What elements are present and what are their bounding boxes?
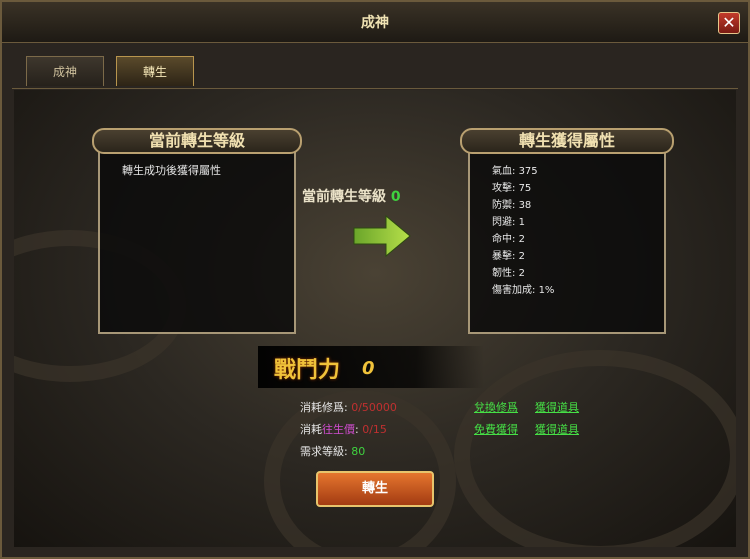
cost-token: 消耗往生價: 0/15 bbox=[300, 423, 387, 436]
current-level-label: 當前轉生等級 0 bbox=[302, 189, 401, 205]
stat-row: 閃避: 1 bbox=[492, 217, 525, 228]
stat-row: 防禦: 38 bbox=[492, 200, 532, 211]
title-bar: 成神 ✕ bbox=[2, 2, 748, 43]
current-level-panel: 轉生成功後獲得屬性 bbox=[98, 150, 296, 334]
stat-row: 暴擊: 2 bbox=[492, 251, 525, 262]
gained-attributes-panel: 氣血: 375 攻擊: 75 防禦: 38 閃避: 1 命中: 2 暴擊: 2 … bbox=[468, 150, 666, 334]
tab-cheng-shen[interactable]: 成神 bbox=[26, 56, 104, 86]
reincarnate-button[interactable]: 轉生 bbox=[316, 471, 434, 507]
stat-row: 攻擊: 75 bbox=[492, 183, 532, 194]
stat-row: 韌性: 2 bbox=[492, 268, 525, 279]
chain-decoration bbox=[454, 350, 736, 547]
close-button[interactable]: ✕ bbox=[718, 12, 740, 34]
exchange-cultivation-link[interactable]: 兌換修爲 bbox=[474, 399, 518, 415]
combat-power-label: 戰鬥力 bbox=[274, 357, 341, 383]
get-item-link[interactable]: 獲得道具 bbox=[535, 421, 579, 437]
cost-cultivation: 消耗修爲: 0/50000 bbox=[300, 401, 397, 414]
current-level-panel-title: 當前轉生等級 bbox=[92, 128, 302, 154]
arrow-right-icon bbox=[353, 214, 411, 258]
stat-row: 命中: 2 bbox=[492, 234, 525, 245]
stat-row: 傷害加成: 1% bbox=[492, 285, 555, 296]
free-get-link[interactable]: 免費獲得 bbox=[474, 421, 518, 437]
required-level: 需求等級: 80 bbox=[300, 445, 366, 458]
stat-row: 氣血: 375 bbox=[492, 166, 538, 177]
tab-divider bbox=[12, 88, 738, 89]
window-title: 成神 bbox=[361, 15, 389, 31]
gained-attributes-panel-title: 轉生獲得屬性 bbox=[460, 128, 674, 154]
current-level-value: 0 bbox=[390, 189, 401, 205]
get-item-link[interactable]: 獲得道具 bbox=[535, 399, 579, 415]
combat-power-value: 0 bbox=[362, 358, 375, 379]
reincarnation-window: 成神 ✕ 成神 轉生 轉生成功後獲得屬性 當前轉生等級 氣血: 375 攻擊: … bbox=[0, 0, 750, 559]
panel-description: 轉生成功後獲得屬性 bbox=[122, 164, 221, 177]
tab-zhuan-sheng[interactable]: 轉生 bbox=[116, 56, 194, 86]
